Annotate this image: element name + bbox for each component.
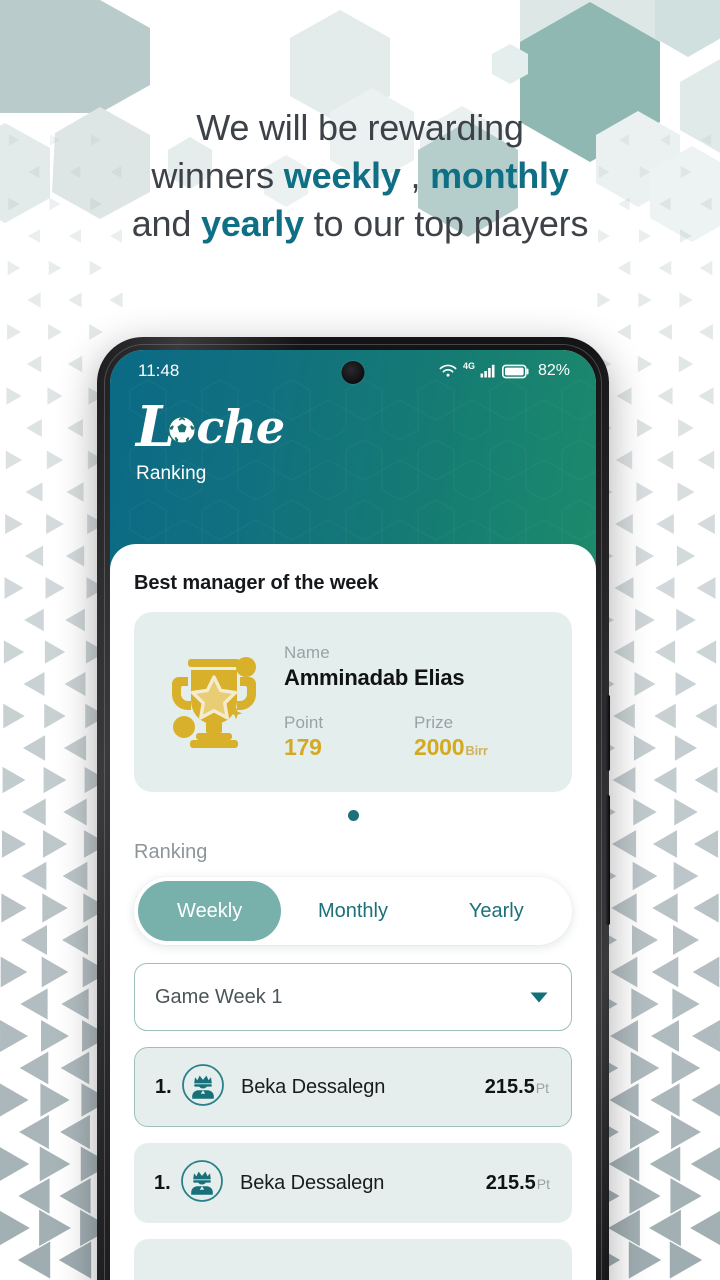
player-points: 215.5Pt	[485, 1076, 549, 1099]
wifi-icon	[439, 364, 457, 377]
camera-punch-hole	[341, 361, 365, 384]
headline-monthly: monthly	[430, 155, 569, 196]
headline-text: to our top players	[303, 203, 589, 244]
point-value: 179	[284, 734, 322, 760]
logo-text-rest: che	[196, 400, 285, 454]
status-indicators: 4G 82%	[438, 361, 570, 380]
status-time: 11:48	[138, 361, 180, 380]
phone-mockup: 11:48 4G 82% L che Ranking Best manager …	[97, 337, 610, 1280]
prize-value: 2000	[414, 734, 465, 760]
trophy-icon-wrap	[150, 649, 278, 755]
manager-crown-avatar-icon	[181, 1159, 223, 1202]
battery-icon	[501, 364, 529, 378]
phone-volume-button[interactable]	[606, 795, 610, 925]
app-header: 11:48 4G 82% L che Ranking	[110, 350, 596, 570]
app-brand: L che Ranking	[110, 392, 596, 485]
headline-text: winners	[151, 155, 284, 196]
prize-value-wrap: 2000Birr	[414, 734, 544, 761]
manager-crown-avatar-icon	[182, 1063, 224, 1106]
rank-position: 1.	[154, 1171, 171, 1194]
app-logo: L che	[136, 399, 596, 455]
name-label: Name	[284, 643, 330, 662]
ranking-label: Ranking	[134, 841, 208, 863]
headline-line-2: winners weekly , monthly	[0, 152, 720, 200]
tab-yearly[interactable]: Yearly	[425, 881, 568, 941]
table-row[interactable]: 1. Beka Dessalegn 215.5Pt	[134, 1047, 572, 1127]
page-headline: We will be rewarding winners weekly , mo…	[0, 104, 720, 248]
prize-unit: Birr	[465, 743, 488, 758]
points-value: 215.5	[484, 1075, 535, 1098]
carousel-dot-1[interactable]	[347, 810, 359, 821]
gameweek-select[interactable]: Game Week 1	[134, 963, 572, 1031]
rank-position: 1.	[155, 1075, 172, 1098]
headline-weekly: weekly	[283, 155, 401, 196]
player-points: 215.5Pt	[486, 1172, 550, 1195]
manager-stats: Point 179 Prize 2000Birr	[284, 713, 558, 761]
phone-power-button[interactable]	[606, 695, 610, 771]
battery-percent-label: 82%	[537, 362, 570, 379]
phone-frame: 11:48 4G 82% L che Ranking Best manager …	[97, 337, 609, 1280]
avatar	[181, 1063, 225, 1112]
table-row[interactable]: 1. Beka Dessalegn 215.5Pt	[134, 1143, 572, 1223]
cellular-signal-icon	[480, 364, 495, 378]
best-manager-info: Name Amminadab Elias Point 179 Prize 200…	[278, 643, 558, 761]
point-stat: Point 179	[284, 713, 414, 761]
prize-stat: Prize 2000Birr	[414, 713, 544, 761]
headline-yearly: yearly	[201, 203, 304, 244]
manager-name-value: Amminadab Elias	[284, 665, 465, 690]
headline-sep: ,	[400, 155, 431, 196]
player-name: Beka Dessalegn	[241, 1075, 386, 1098]
chevron-down-icon[interactable]	[529, 991, 549, 1004]
points-unit: Pt	[535, 1079, 549, 1096]
headline-line-3: and yearly to our top players	[0, 200, 720, 248]
tab-monthly[interactable]: Monthly	[281, 881, 424, 941]
app-subtitle: Ranking	[136, 463, 207, 484]
avatar	[180, 1159, 224, 1208]
point-label: Point	[284, 713, 324, 732]
headline-text: and	[131, 203, 201, 244]
ranking-tabs: Weekly Monthly Yearly	[134, 877, 572, 945]
gameweek-value: Game Week 1	[155, 985, 283, 1008]
tab-weekly[interactable]: Weekly	[138, 881, 282, 941]
content-sheet: Best manager of the week Name Amminadab …	[110, 544, 596, 1280]
carousel-indicator[interactable]	[134, 810, 572, 821]
best-manager-card[interactable]: Name Amminadab Elias Point 179 Prize 200…	[134, 612, 572, 792]
headline-line-1: We will be rewarding	[196, 107, 524, 148]
table-row[interactable]	[134, 1239, 572, 1280]
trophy-icon	[172, 657, 256, 748]
network-type-label: 4G	[462, 361, 475, 371]
points-unit: Pt	[536, 1175, 550, 1192]
best-manager-title: Best manager of the week	[134, 572, 379, 594]
phone-screen: 11:48 4G 82% L che Ranking Best manager …	[110, 350, 596, 1280]
soccer-ball-icon	[168, 416, 197, 444]
player-name: Beka Dessalegn	[240, 1171, 385, 1194]
prize-label: Prize	[414, 713, 454, 732]
points-value: 215.5	[485, 1171, 536, 1194]
